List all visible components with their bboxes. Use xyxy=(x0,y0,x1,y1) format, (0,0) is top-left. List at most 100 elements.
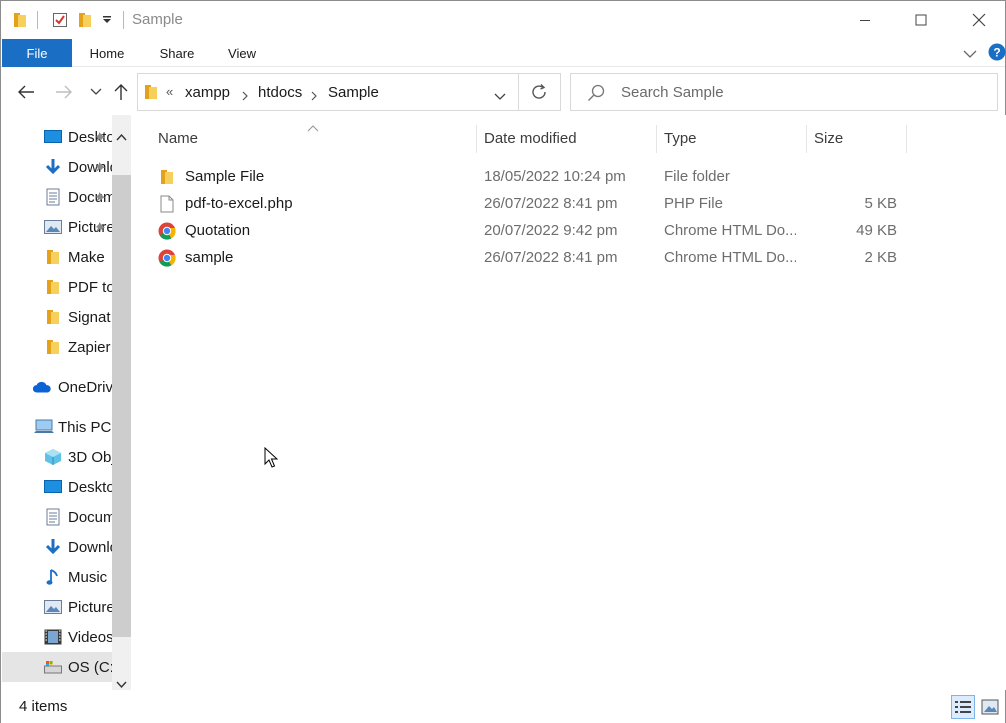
column-header-size[interactable]: Size xyxy=(814,115,843,161)
nav-item-this-pc[interactable]: This PC xyxy=(2,412,112,442)
title-separator xyxy=(123,11,124,29)
column-divider[interactable] xyxy=(806,125,807,153)
desktop-icon xyxy=(43,128,63,146)
drive-icon xyxy=(43,658,63,676)
file-type: Chrome HTML Do... xyxy=(664,249,796,266)
pictures-icon xyxy=(43,598,63,616)
breadcrumb-sample[interactable]: Sample xyxy=(328,84,379,101)
folder-icon xyxy=(43,338,63,356)
nav-item-desktop[interactable]: Desktop xyxy=(2,472,112,502)
column-header-name[interactable]: Name xyxy=(158,115,198,161)
address-overflow[interactable]: « xyxy=(166,84,173,99)
nav-item-make[interactable]: Make xyxy=(2,242,112,272)
nav-item-os-c-drive[interactable]: OS (C:) xyxy=(2,652,112,682)
svg-text:?: ? xyxy=(993,46,1000,60)
mouse-pointer-icon xyxy=(264,446,279,472)
file-row[interactable]: pdf-to-excel.php 26/07/2022 8:41 pm PHP … xyxy=(153,190,907,217)
new-folder-quick-access-icon[interactable] xyxy=(78,10,92,30)
column-header-type[interactable]: Type xyxy=(664,115,697,161)
file-row[interactable]: Quotation 20/07/2022 9:42 pm Chrome HTML… xyxy=(153,217,907,244)
navigation-pane: Desktop Downloads Documents Pictures Mak… xyxy=(2,115,131,690)
tab-share[interactable]: Share xyxy=(149,39,205,67)
column-divider[interactable] xyxy=(906,125,907,153)
download-icon xyxy=(43,158,63,176)
back-button[interactable] xyxy=(15,80,37,104)
nav-item-videos[interactable]: Videos xyxy=(2,622,112,652)
breadcrumb-chevron-icon[interactable] xyxy=(242,88,249,104)
forward-button[interactable] xyxy=(53,80,75,104)
breadcrumb-chevron-icon[interactable] xyxy=(311,88,318,104)
minimize-button[interactable] xyxy=(836,1,894,39)
nav-item-downloads[interactable]: Downloads xyxy=(2,532,112,562)
music-icon xyxy=(43,568,63,586)
folder-icon xyxy=(144,84,158,103)
3d-objects-icon xyxy=(43,448,63,466)
scroll-down-chevron-icon[interactable] xyxy=(116,676,127,690)
nav-item-downloads-pinned[interactable]: Downloads xyxy=(2,152,112,182)
file-row[interactable]: Sample File 18/05/2022 10:24 pm File fol… xyxy=(153,163,907,190)
nav-item-desktop-pinned[interactable]: Desktop xyxy=(2,122,112,152)
search-icon xyxy=(587,84,605,105)
nav-item-onedrive[interactable]: OneDrive xyxy=(2,372,112,402)
file-size xyxy=(833,163,897,190)
up-button[interactable] xyxy=(110,80,132,104)
folder-icon xyxy=(43,248,63,266)
nav-item-documents[interactable]: Documents xyxy=(2,502,112,532)
nav-item-signat[interactable]: Signat xyxy=(2,302,112,332)
navigation-bar: « xampp htdocs Sample Search Sample xyxy=(1,67,1005,115)
pin-icon xyxy=(94,190,106,207)
tab-home[interactable]: Home xyxy=(79,39,135,67)
breadcrumb-xampp[interactable]: xampp xyxy=(185,84,230,101)
file-date-modified: 18/05/2022 10:24 pm xyxy=(484,168,626,185)
refresh-icon[interactable] xyxy=(530,83,548,104)
tab-file[interactable]: File xyxy=(2,39,72,67)
file-date-modified: 20/07/2022 9:42 pm xyxy=(484,222,618,239)
large-icons-view-button[interactable] xyxy=(978,695,1002,719)
expand-ribbon-chevron-icon[interactable] xyxy=(963,46,977,62)
nav-item-documents-pinned[interactable]: Documents xyxy=(2,182,112,212)
nav-item-pictures-pinned[interactable]: Pictures xyxy=(2,212,112,242)
file-name: pdf-to-excel.php xyxy=(185,195,293,212)
folder-icon xyxy=(43,278,63,296)
window-title: Sample xyxy=(132,11,183,28)
scrollbar-thumb[interactable] xyxy=(112,175,131,637)
properties-quick-access-icon[interactable] xyxy=(52,10,68,30)
nav-item-music[interactable]: Music xyxy=(2,562,112,592)
column-header-date-modified[interactable]: Date modified xyxy=(484,115,577,161)
document-icon xyxy=(43,188,63,206)
file-name: sample xyxy=(185,249,234,266)
nav-item-3d-objects[interactable]: 3D Objects xyxy=(2,442,112,472)
status-bar: 4 items xyxy=(1,690,1005,723)
address-history-chevron-icon[interactable] xyxy=(494,88,506,104)
nav-item-zapier[interactable]: Zapier xyxy=(2,332,112,362)
tab-view[interactable]: View xyxy=(215,39,269,67)
help-icon[interactable]: ? xyxy=(988,43,1006,64)
pin-icon xyxy=(94,160,106,177)
document-icon xyxy=(43,508,63,526)
php-file-icon xyxy=(157,194,177,214)
search-box[interactable]: Search Sample xyxy=(570,73,998,111)
details-view-button[interactable] xyxy=(951,695,975,719)
customize-quick-access-dropdown-icon[interactable] xyxy=(102,10,112,30)
videos-icon xyxy=(43,628,63,646)
address-bar[interactable]: « xampp htdocs Sample xyxy=(137,73,561,111)
search-input[interactable]: Search Sample xyxy=(621,84,724,101)
column-divider[interactable] xyxy=(476,125,477,153)
close-button[interactable] xyxy=(950,1,1006,39)
file-row[interactable]: sample 26/07/2022 8:41 pm Chrome HTML Do… xyxy=(153,244,907,271)
item-count: 4 items xyxy=(19,698,68,715)
navigation-pane-scrollbar[interactable] xyxy=(112,115,131,690)
folder-icon xyxy=(157,167,177,187)
folder-app-icon xyxy=(13,10,27,30)
file-type: File folder xyxy=(664,168,730,185)
onedrive-icon xyxy=(32,378,52,396)
recent-locations-chevron-icon[interactable] xyxy=(85,80,107,104)
chrome-icon xyxy=(157,221,177,241)
nav-item-pictures[interactable]: Pictures xyxy=(2,592,112,622)
file-name: Sample File xyxy=(185,168,265,185)
breadcrumb-htdocs[interactable]: htdocs xyxy=(258,84,302,101)
nav-item-pdf-to[interactable]: PDF to xyxy=(2,272,112,302)
scroll-up-chevron-icon[interactable] xyxy=(116,128,127,144)
column-divider[interactable] xyxy=(656,125,657,153)
maximize-button[interactable] xyxy=(892,1,950,39)
